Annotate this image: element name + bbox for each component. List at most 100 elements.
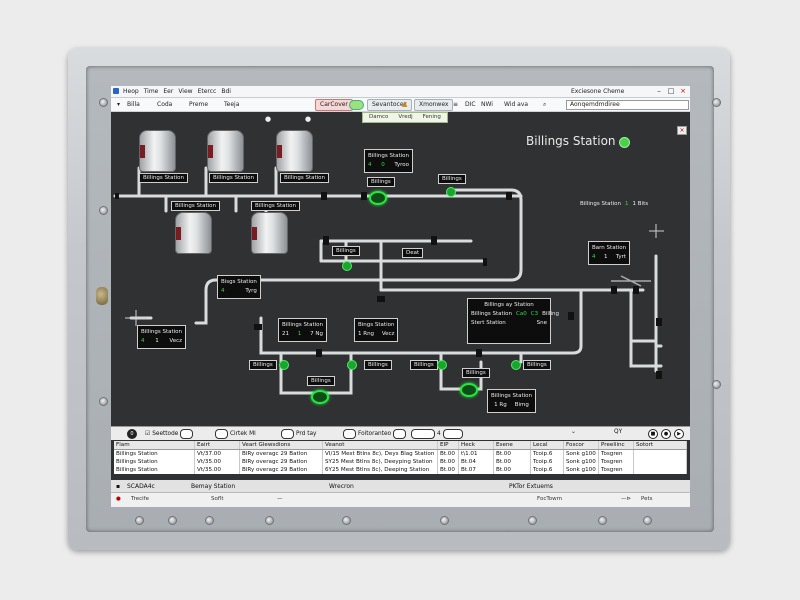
storage-tank[interactable] [207, 130, 244, 172]
panel-title: Billings Station [491, 393, 533, 399]
column-header[interactable]: Eairt [194, 441, 240, 450]
expand-icon[interactable]: ⌄ [571, 429, 576, 435]
table-cell: Billings Station [114, 449, 195, 458]
record-icon[interactable]: ● [661, 429, 671, 439]
table-row[interactable]: Billings Station Vt/35.00 BlRy overagc 2… [114, 458, 687, 466]
value: Tyrt [615, 254, 627, 260]
table-cell: BlRy overagc 29 Batlon [239, 466, 323, 474]
screw-icon [265, 516, 274, 525]
storage-tank[interactable] [175, 212, 212, 254]
toggle-switch[interactable] [180, 429, 194, 439]
alarm-table: Flam Eairt Veart Glewsdions Veanot EIP H… [114, 441, 687, 474]
station-panel[interactable]: Bisgs Station 4 Tyrg [217, 275, 261, 299]
storage-tank[interactable] [251, 212, 288, 254]
column-header[interactable]: EIP [437, 441, 459, 450]
control-label: Seettode [152, 431, 179, 437]
table-row[interactable]: Billings Station Vt/35.00 BlRy overagc 2… [114, 466, 687, 474]
table-cell: Billings Station [114, 466, 195, 474]
table-header-row: Flam Eairt Veart Glewsdions Veanot EIP H… [114, 441, 687, 450]
storage-tank[interactable] [139, 130, 176, 172]
screw-icon [342, 516, 351, 525]
valve-status-icon[interactable] [437, 360, 447, 370]
valve-status-icon[interactable] [279, 360, 289, 370]
table-cell: Tosgren [598, 466, 634, 474]
valve-status-icon[interactable] [342, 261, 352, 271]
pump-icon[interactable] [311, 390, 329, 404]
record-icon[interactable]: 0 [127, 429, 137, 439]
play-icon[interactable]: ▶ [674, 429, 684, 439]
control-item[interactable]: Cirtek Ml [215, 429, 256, 439]
column-header[interactable]: Veart Glewsdions [239, 441, 323, 450]
control-item[interactable]: ☑ Seettode [145, 429, 194, 439]
value: 4 [368, 162, 372, 168]
toggle-switch[interactable] [393, 429, 407, 439]
station-panel[interactable]: Barn Station 4 1 Tyrt [588, 241, 631, 265]
toggle-switch[interactable] [411, 429, 435, 439]
stop-icon[interactable]: ■ [648, 429, 658, 439]
control-label: Cirtek Ml [230, 431, 256, 437]
column-header[interactable]: Heck [458, 441, 494, 450]
pump-label: Billings [462, 368, 490, 378]
station-panel-large[interactable]: Billings ay Station Billings Station Ca0 C… [467, 298, 559, 344]
value: 4 [141, 338, 145, 344]
station-panel[interactable]: Bings Station 1 Rng Vecz [354, 318, 399, 342]
column-header[interactable]: Foscor [563, 441, 599, 450]
table-row[interactable]: Billings Station Vt/37.00 BlRy overagc 2… [114, 449, 687, 458]
storage-tank[interactable] [276, 130, 313, 172]
toggle-switch[interactable] [281, 429, 294, 439]
control-item[interactable]: Foitoranteo [343, 429, 407, 439]
station-panel[interactable]: Billings Station 4 0 Tyroo [364, 149, 414, 173]
pump-icon[interactable] [369, 191, 387, 205]
value: C3 [530, 311, 539, 317]
hmi-screen: Heop Time Eer View Etercc Bdi Exciesone … [111, 86, 690, 507]
tank-label: Billings Station [280, 173, 330, 183]
panel-title: Bisgs Station [221, 279, 257, 285]
station-readout: Billings Station 1 1 Bits [577, 198, 651, 211]
station-panel[interactable]: Billings Station 4 1 Vecz [137, 325, 187, 349]
control-item[interactable]: Prd tay [281, 429, 316, 439]
screw-icon [643, 516, 652, 525]
column-header[interactable]: Lecal [530, 441, 564, 450]
control-label: Prd tay [296, 431, 317, 437]
column-header[interactable]: Flam [114, 441, 195, 450]
table-cell: SY25 Mest Btlns 8c), Deeyping Station [322, 458, 438, 466]
tank-label: Billings Station [209, 173, 259, 183]
footer-text: Soflt [211, 496, 224, 502]
toggle-switch[interactable] [442, 429, 463, 439]
toggle-switch[interactable] [343, 429, 356, 439]
toggle-switch[interactable] [215, 429, 228, 439]
status-text: Wrecron [329, 483, 354, 490]
valve-status-icon[interactable] [347, 360, 357, 370]
overview-title: Billings Station [526, 134, 616, 148]
valve-status-icon[interactable] [446, 187, 456, 197]
value: 1 [155, 338, 159, 344]
column-header[interactable]: Preeliinc [598, 441, 634, 450]
column-header[interactable]: Esene [493, 441, 531, 450]
valve-status-icon[interactable] [511, 360, 521, 370]
table-cell: Bt.04 [458, 458, 494, 466]
table-cell: Bt.00 [437, 466, 459, 474]
footer-text: — [277, 496, 283, 502]
tank-label: Billings Station [251, 201, 301, 211]
table-cell: Bt.07 [458, 466, 494, 474]
screw-icon [205, 516, 214, 525]
value: 21 [282, 331, 289, 337]
valve-label: Billings [438, 174, 466, 184]
screw-icon [99, 397, 108, 406]
table-cell: Bt.00 [437, 458, 459, 466]
pump-icon[interactable] [460, 383, 478, 397]
station-panel[interactable]: Billings Station 1 Rg Bimg [487, 389, 537, 413]
value: 0 [381, 162, 385, 168]
station-panel[interactable]: Billings Station 21 1 7 Ng [278, 318, 328, 342]
column-header[interactable]: Veanot [322, 441, 438, 450]
valve-label: Billings [364, 360, 392, 370]
valve-label: Billings [249, 360, 277, 370]
slider-icon[interactable]: —⊳ [621, 496, 631, 502]
table-cell: Billings Station [114, 458, 195, 466]
table-cell: Sonk g100 [563, 449, 599, 458]
control-item[interactable]: 4 [411, 429, 463, 439]
panel-title: Bings Station [358, 322, 395, 328]
column-header[interactable]: Sotort [633, 441, 687, 450]
flag-icon: ▪ [116, 483, 121, 490]
checkbox-icon[interactable]: ☑ [145, 431, 150, 437]
